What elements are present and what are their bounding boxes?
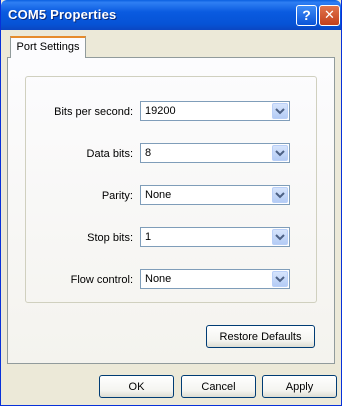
stop-bits-value: 1	[145, 231, 152, 243]
flow-control-value: None	[145, 273, 172, 285]
data-bits-value: 8	[145, 147, 152, 159]
close-button[interactable]: ✕	[319, 5, 340, 26]
parity-label: Parity:	[101, 190, 133, 202]
ok-button[interactable]: OK	[99, 375, 174, 398]
data-bits-select[interactable]: 8	[140, 143, 290, 163]
parity-value: None	[145, 189, 172, 201]
chevron-down-icon	[275, 150, 285, 157]
flow-control-label: Flow control:	[70, 274, 133, 286]
dropdown-button[interactable]	[272, 187, 288, 203]
dropdown-button[interactable]	[272, 229, 288, 245]
help-icon: ?	[302, 7, 311, 23]
bits-per-second-select[interactable]: 19200	[140, 101, 290, 121]
stop-bits-label: Stop bits:	[87, 232, 133, 244]
cancel-button[interactable]: Cancel	[181, 375, 256, 398]
flow-control-select[interactable]: None	[140, 269, 290, 289]
stop-bits-select[interactable]: 1	[140, 227, 290, 247]
tab-port-settings[interactable]: Port Settings	[10, 36, 86, 58]
chevron-down-icon	[275, 234, 285, 241]
window-title: COM5 Properties	[8, 7, 117, 22]
dropdown-button[interactable]	[272, 103, 288, 119]
dropdown-button[interactable]	[272, 271, 288, 287]
title-bar[interactable]: COM5 Properties ? ✕	[1, 0, 341, 30]
parity-select[interactable]: None	[140, 185, 290, 205]
chevron-down-icon	[275, 276, 285, 283]
chevron-down-icon	[275, 108, 285, 115]
chevron-down-icon	[275, 192, 285, 199]
bits-per-second-value: 19200	[145, 105, 176, 117]
data-bits-label: Data bits:	[86, 148, 133, 160]
properties-dialog: COM5 Properties ? ✕ Port Settings Bits p…	[0, 0, 342, 406]
dropdown-button[interactable]	[272, 145, 288, 161]
help-button[interactable]: ?	[296, 5, 317, 26]
close-icon: ✕	[324, 8, 335, 23]
bits-per-second-label: Bits per second:	[54, 106, 133, 118]
apply-button[interactable]: Apply	[262, 375, 337, 398]
restore-defaults-button[interactable]: Restore Defaults	[206, 325, 315, 348]
